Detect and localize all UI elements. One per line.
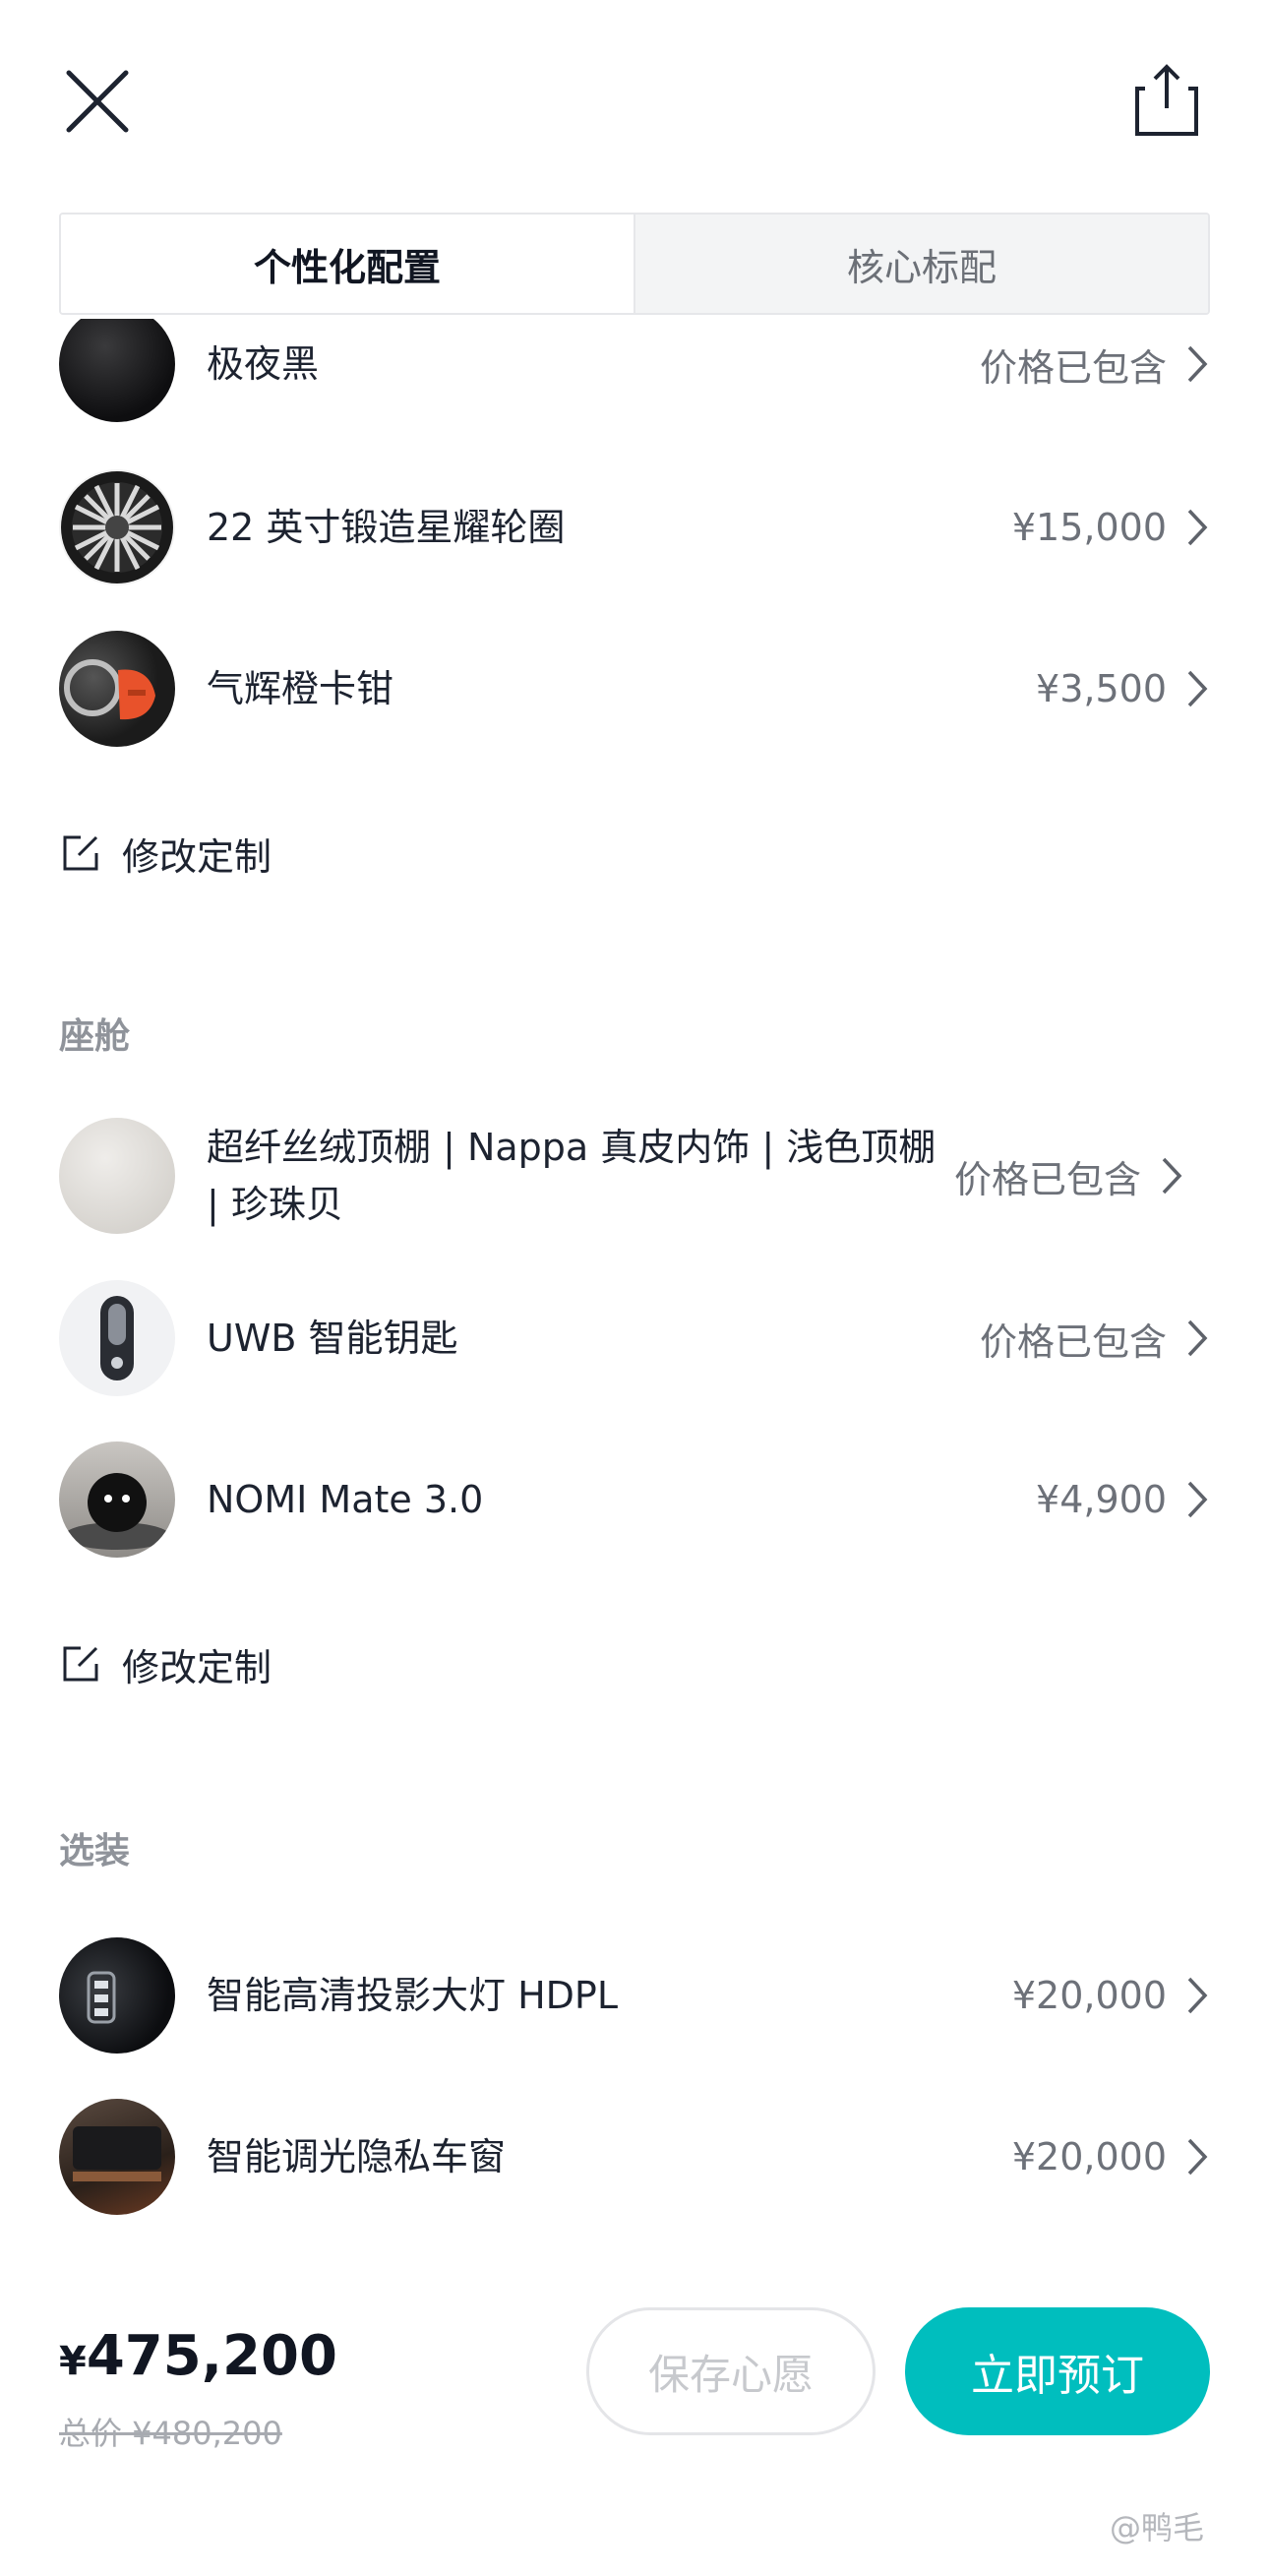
order-now-button[interactable]: 立即预订 (905, 2307, 1210, 2435)
list-item-label: NOMI Mate 3.0 (207, 1478, 484, 1521)
list-item-interior[interactable]: 超纤丝绒顶棚 | Nappa 真皮内饰 | 浅色顶棚 | 珍珠贝 价格已包含 (59, 1102, 1210, 1250)
list-item-label: 气辉橙卡钳 (207, 667, 394, 710)
list-item-price: 价格已包含 (954, 1157, 1142, 1201)
list-item-price: 价格已包含 (979, 345, 1167, 390)
close-icon[interactable] (61, 65, 140, 144)
list-item-paint[interactable]: 极夜黑 价格已包含 (59, 319, 1210, 433)
list-item-privacy-window[interactable]: 智能调光隐私车窗 ¥20,000 (59, 2088, 1210, 2226)
section-title-options: 选装 (59, 1831, 131, 1871)
save-wish-button[interactable]: 保存心愿 (586, 2307, 876, 2435)
chevron-right-icon (1187, 1481, 1208, 1518)
chevron-right-icon (1187, 2138, 1208, 2176)
list-item-nomi[interactable]: NOMI Mate 3.0 ¥4,900 (59, 1431, 1210, 1568)
section-title-cabin: 座舱 (59, 1016, 131, 1057)
list-item-label: 智能高清投影大灯 HDPL (207, 1974, 619, 2017)
edit-exterior-link[interactable]: 修改定制 (59, 819, 272, 888)
edit-icon (63, 1646, 98, 1682)
list-item-price: ¥15,000 (1011, 506, 1167, 549)
list-item-smart-key[interactable]: UWB 智能钥匙 价格已包含 (59, 1269, 1210, 1407)
list-item-label: 极夜黑 (207, 342, 320, 386)
privacy-window-icon (59, 2099, 175, 2215)
original-total-price: 总价 ¥480,200 (59, 2415, 282, 2452)
list-item-price: 价格已包含 (979, 1319, 1167, 1364)
chevron-right-icon (1187, 345, 1208, 383)
list-item-label: 22 英寸锻造星耀轮圈 (207, 506, 566, 549)
list-item-wheels[interactable]: 22 英寸锻造星耀轮圈 ¥15,000 (59, 459, 1210, 596)
list-item-label: 智能调光隐私车窗 (207, 2135, 507, 2178)
chevron-right-icon (1187, 1319, 1208, 1357)
list-item-price: ¥3,500 (1036, 667, 1167, 710)
wheel-rim-icon (59, 469, 175, 585)
chevron-right-icon (1162, 1157, 1182, 1195)
config-list[interactable]: 极夜黑 价格已包含 22 英寸锻造星耀轮圈 ¥15,000 气辉橙卡钳 ¥3,5… (0, 319, 1269, 2247)
pearl-fabric-swatch-icon (59, 1118, 175, 1234)
list-item-price: ¥20,000 (1011, 2135, 1167, 2178)
chevron-right-icon (1187, 509, 1208, 546)
watermark: @鸭毛 (1110, 2509, 1205, 2546)
list-item-label: UWB 智能钥匙 (207, 1317, 458, 1360)
price-value: 475,200 (86, 2324, 337, 2388)
tab-core-standard[interactable]: 核心标配 (634, 215, 1208, 313)
total-price: ¥475,200 (59, 2324, 337, 2388)
config-tabs: 个性化配置 核心标配 (59, 213, 1210, 315)
share-icon[interactable] (1131, 61, 1202, 140)
smart-key-icon (59, 1280, 175, 1396)
black-paint-swatch-icon (59, 319, 175, 422)
tab-personalized-config[interactable]: 个性化配置 (61, 215, 634, 313)
edit-label: 修改定制 (122, 1645, 272, 1689)
edit-label: 修改定制 (122, 834, 272, 879)
list-item-brake-caliper[interactable]: 气辉橙卡钳 ¥3,500 (59, 620, 1210, 758)
list-item-label: 超纤丝绒顶棚 | Nappa 真皮内饰 | 浅色顶棚 | 珍珠贝 (207, 1126, 937, 1226)
list-item-headlight[interactable]: 智能高清投影大灯 HDPL ¥20,000 (59, 1927, 1210, 2064)
headlight-icon (59, 1937, 175, 2054)
chevron-right-icon (1187, 1977, 1208, 2014)
nomi-robot-icon (59, 1441, 175, 1558)
edit-icon (63, 835, 98, 871)
edit-cabin-link[interactable]: 修改定制 (59, 1629, 272, 1698)
list-item-price: ¥4,900 (1036, 1478, 1167, 1521)
chevron-right-icon (1187, 670, 1208, 707)
currency-symbol: ¥ (59, 2339, 87, 2384)
orange-brake-caliper-icon (59, 631, 175, 747)
list-item-price: ¥20,000 (1011, 1974, 1167, 2017)
top-bar (0, 0, 1269, 197)
